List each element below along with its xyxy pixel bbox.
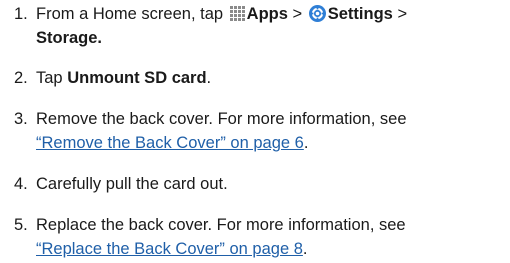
- step-text: Remove the back cover. For more informat…: [36, 110, 407, 128]
- step-1: 1. From a Home screen, tap Apps > Settin…: [14, 2, 504, 50]
- step-text: From a Home screen, tap: [36, 5, 224, 23]
- step-number: 1.: [14, 5, 28, 23]
- period: .: [303, 134, 309, 152]
- step-text: Replace the back cover. For more informa…: [36, 216, 406, 234]
- settings-gear-icon: [308, 5, 326, 22]
- step-3: 3. Remove the back cover. For more inform…: [14, 107, 504, 155]
- step-number: 5.: [14, 216, 28, 234]
- apps-label: Apps: [246, 5, 288, 23]
- step-5: 5. Replace the back cover. For more infor…: [14, 213, 504, 261]
- separator: >: [292, 5, 303, 23]
- separator: >: [397, 5, 408, 23]
- step-text: Tap: [36, 69, 63, 87]
- step-number: 3.: [14, 110, 28, 128]
- storage-label: Storage.: [36, 29, 103, 47]
- step-number: 4.: [14, 175, 28, 193]
- settings-label: Settings: [327, 5, 393, 23]
- step-number: 2.: [14, 69, 28, 87]
- apps-grid-icon: [229, 4, 245, 21]
- step-text: Carefully pull the card out.: [36, 175, 228, 193]
- step-2: 2. Tap Unmount SD card.: [14, 66, 504, 90]
- period: .: [302, 240, 308, 258]
- remove-back-cover-link[interactable]: “Remove the Back Cover” on page 6: [36, 134, 304, 152]
- unmount-sd-card-label: Unmount SD card: [67, 69, 207, 87]
- replace-back-cover-link[interactable]: “Replace the Back Cover” on page 8: [36, 240, 303, 258]
- step-4: 4. Carefully pull the card out.: [14, 172, 504, 196]
- period: .: [206, 69, 212, 87]
